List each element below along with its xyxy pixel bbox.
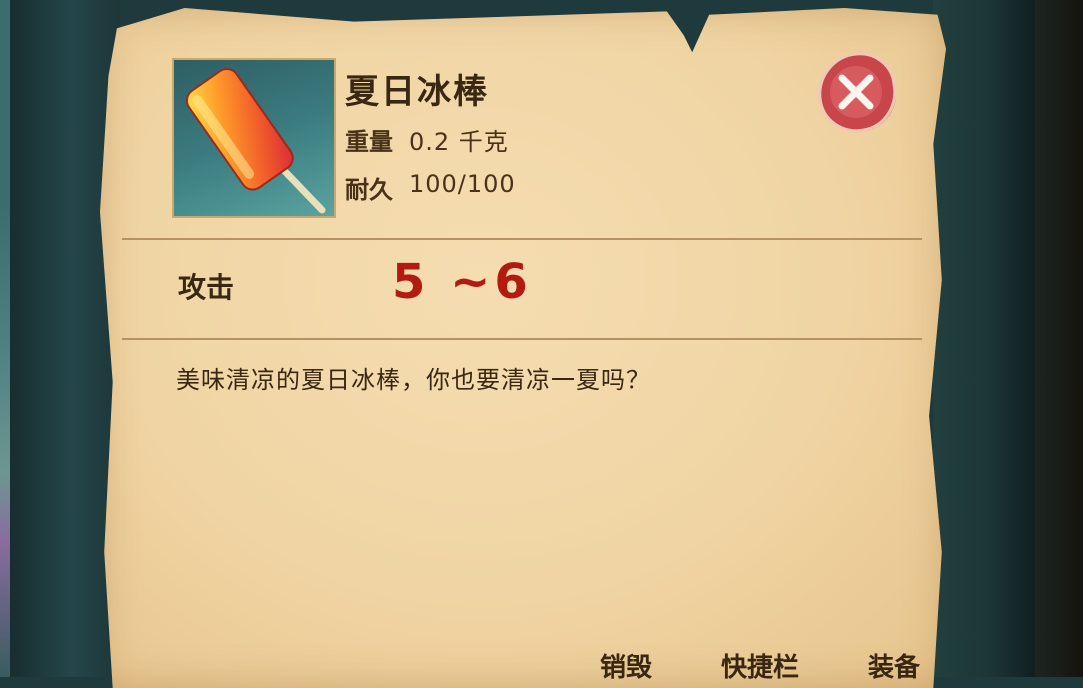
close-button[interactable] (812, 48, 900, 136)
durability-row: 耐久 100/100 (345, 170, 516, 205)
destroy-button[interactable]: 销毁 (600, 647, 652, 684)
weight-label: 重量 (345, 128, 393, 156)
attack-value: 5 ~6 (392, 254, 532, 310)
popsicle-icon (185, 68, 326, 214)
weight-value: 0.2 千克 (409, 128, 509, 156)
attack-label: 攻击 (178, 271, 235, 304)
hotbar-button[interactable]: 快捷栏 (721, 647, 799, 684)
weight-row: 重量 0.2 千克 (345, 122, 509, 157)
background-dark-edge (1035, 0, 1083, 677)
item-description: 美味清凉的夏日冰棒，你也要清凉一夏吗？ (176, 366, 651, 394)
equip-button[interactable]: 装备 (868, 647, 920, 684)
background-left (0, 0, 120, 677)
divider-bottom (122, 338, 922, 340)
left-edge-strip (0, 0, 10, 677)
durability-label: 耐久 (345, 176, 393, 204)
close-icon (818, 52, 897, 133)
item-icon-frame (172, 58, 336, 218)
durability-value: 100/100 (409, 170, 516, 198)
item-name: 夏日冰棒 (345, 72, 489, 112)
divider-top (122, 238, 922, 240)
action-bar: 销毁 快捷栏 装备 (600, 647, 920, 684)
